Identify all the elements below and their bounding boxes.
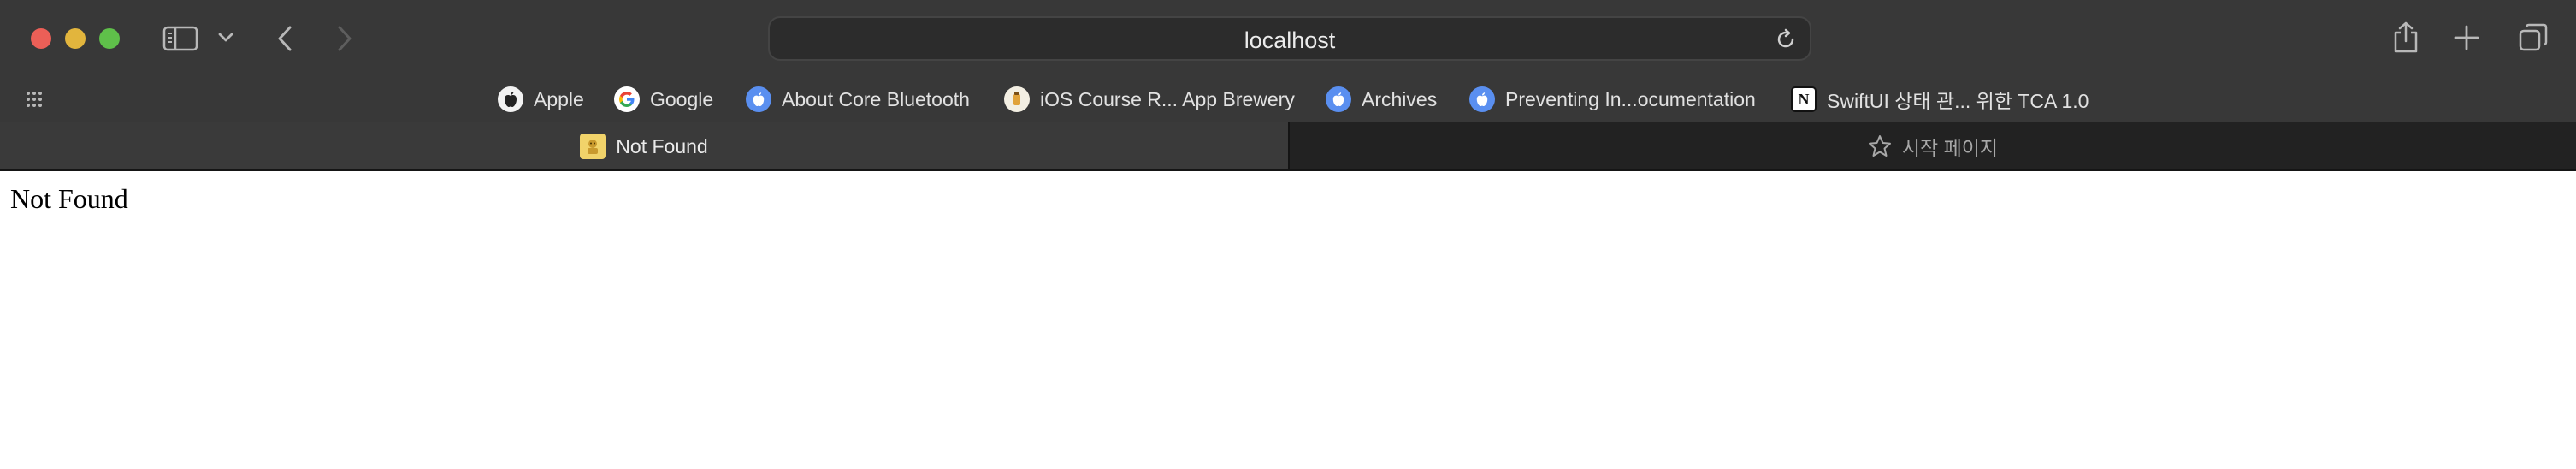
- title-bar: localhost: [0, 0, 2576, 77]
- favorite-label: Apple: [534, 87, 584, 110]
- sidebar-icon[interactable]: [162, 26, 198, 51]
- apple-developer-icon: [746, 86, 771, 112]
- browser-chrome: localhost Apple Google About Core Blueto…: [0, 0, 2576, 171]
- favorite-label: Archives: [1362, 87, 1438, 110]
- favorite-ios-course[interactable]: iOS Course R... App Brewery: [1004, 77, 1295, 122]
- favorite-archives[interactable]: Archives: [1326, 77, 1437, 122]
- favorite-swiftui-tca[interactable]: N SwiftUI 상태 관... 위한 TCA 1.0: [1791, 77, 2089, 122]
- favorite-apple[interactable]: Apple: [498, 77, 584, 122]
- grid-icon[interactable]: [26, 91, 46, 108]
- favorite-about-core-bluetooth[interactable]: About Core Bluetooth: [746, 77, 970, 122]
- notion-icon: N: [1791, 86, 1817, 112]
- tab-not-found[interactable]: Not Found: [0, 122, 1288, 171]
- tab-overview-icon[interactable]: [2518, 22, 2549, 53]
- favorite-label: iOS Course R... App Brewery: [1040, 87, 1295, 110]
- favorite-label: Preventing In...ocumentation: [1505, 87, 1756, 110]
- favorite-label: Google: [650, 87, 714, 110]
- close-window-button[interactable]: [31, 28, 51, 49]
- minimize-window-button[interactable]: [65, 28, 86, 49]
- page-body-text: Not Found: [10, 183, 128, 214]
- apple-developer-icon: [1469, 86, 1495, 112]
- favorite-label: About Core Bluetooth: [782, 87, 970, 110]
- plus-icon[interactable]: [2453, 24, 2480, 51]
- page-favicon-icon: [580, 134, 606, 159]
- favorite-label: SwiftUI 상태 관... 위한 TCA 1.0: [1827, 90, 2089, 112]
- favorites-bar: Apple Google About Core Bluetooth iOS Co…: [0, 77, 2576, 122]
- web-page-content: Not Found: [0, 171, 2576, 469]
- address-bar-url[interactable]: localhost: [770, 28, 1810, 52]
- chevron-down-icon[interactable]: [217, 32, 234, 44]
- chevron-right-icon[interactable]: [335, 25, 354, 52]
- favorite-preventing-documentation[interactable]: Preventing In...ocumentation: [1469, 77, 1756, 122]
- favorite-google[interactable]: Google: [614, 77, 713, 122]
- tab-start-page[interactable]: 시작 페이지: [1288, 122, 2576, 171]
- tab-bar: Not Found 시작 페이지: [0, 122, 2576, 171]
- address-bar[interactable]: localhost: [768, 16, 1811, 61]
- tab-label: 시작 페이지: [1901, 137, 1999, 159]
- apple-developer-icon: [1326, 86, 1351, 112]
- zoom-window-button[interactable]: [99, 28, 120, 49]
- app-brewery-icon: [1004, 86, 1030, 112]
- chevron-left-icon[interactable]: [275, 25, 294, 52]
- star-icon: [1868, 134, 1892, 158]
- reload-icon[interactable]: [1774, 27, 1798, 51]
- tab-label: Not Found: [616, 134, 708, 157]
- google-icon: [614, 86, 640, 112]
- share-icon[interactable]: [2391, 21, 2420, 55]
- apple-icon: [498, 86, 523, 112]
